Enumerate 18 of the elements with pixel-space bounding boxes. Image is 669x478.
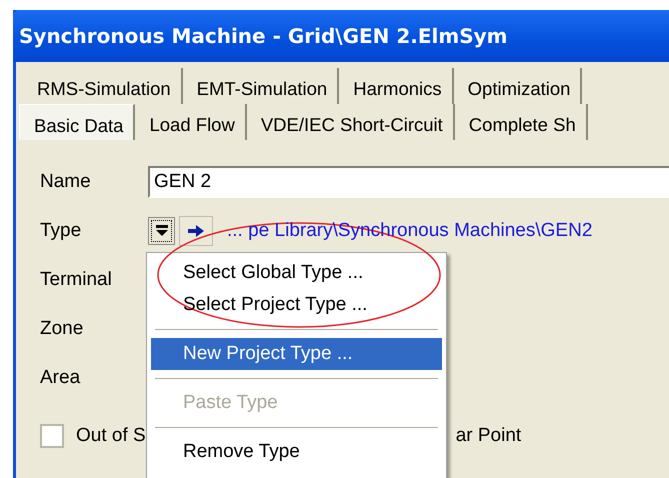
field-label: Zone bbox=[40, 318, 84, 340]
field-label: Terminal bbox=[40, 268, 113, 290]
menu-item[interactable]: New Project Type ... bbox=[151, 338, 442, 370]
checkbox-label: Out of S bbox=[76, 424, 146, 446]
menu-item[interactable]: Select Project Type ... bbox=[151, 289, 442, 321]
tab[interactable]: Basic Data bbox=[19, 104, 136, 140]
window-title: Synchronous Machine - Grid\GEN 2.ElmSym bbox=[19, 24, 508, 48]
field-label: Area bbox=[40, 366, 82, 388]
name-field[interactable]: GEN 2 bbox=[148, 166, 669, 198]
menu-item[interactable]: Remove Type bbox=[151, 436, 442, 468]
field-label: Type bbox=[40, 220, 82, 242]
dropdown-button[interactable] bbox=[148, 216, 175, 244]
arrow-icon bbox=[187, 224, 205, 238]
jump-button[interactable] bbox=[179, 216, 213, 246]
field-label: Name bbox=[40, 170, 92, 192]
menu-item[interactable]: Select Global Type ... bbox=[151, 257, 442, 289]
checkbox[interactable] bbox=[40, 424, 64, 448]
checkbox-label: ar Point bbox=[456, 424, 522, 446]
